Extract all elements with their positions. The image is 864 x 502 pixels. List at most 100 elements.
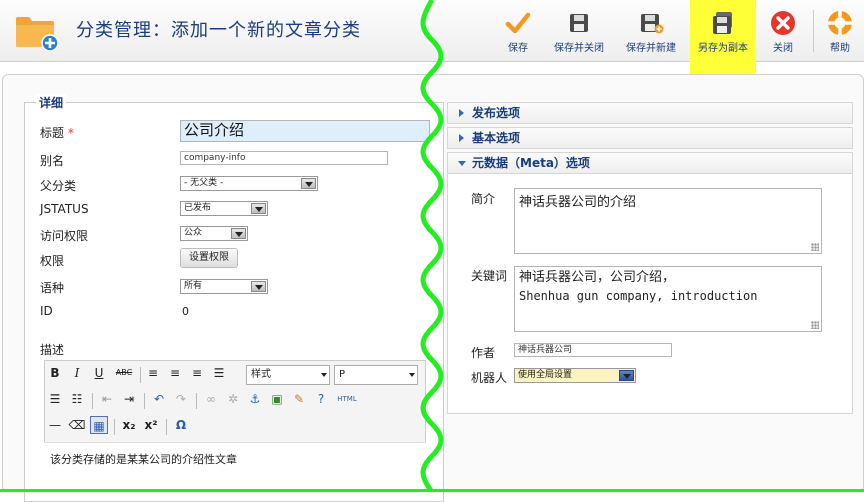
editor-content[interactable]: 该分类存储的是某某公司的介绍性文章 bbox=[44, 442, 426, 492]
save-label: 保存 bbox=[508, 43, 528, 54]
required-mark: * bbox=[67, 126, 74, 140]
chevron-down-icon bbox=[301, 178, 316, 189]
author-label: 作者 bbox=[471, 346, 496, 360]
unlink-icon[interactable]: ✲ bbox=[224, 390, 242, 408]
editor-toolbar-row-3: — ⌫ ▦ x₂ x² Ω bbox=[44, 416, 426, 438]
superscript-icon[interactable]: x² bbox=[142, 416, 160, 434]
wavy-divider-line bbox=[420, 0, 444, 492]
align-center-icon[interactable]: ≡ bbox=[166, 364, 184, 382]
publish-options-panel[interactable]: 发布选项 bbox=[447, 102, 853, 124]
link-icon[interactable]: ∞ bbox=[202, 390, 220, 408]
save-close-button[interactable]: 保存并关闭 bbox=[548, 6, 610, 60]
anchor-icon[interactable]: ⚓ bbox=[246, 390, 264, 408]
language-select[interactable]: 所有 bbox=[180, 279, 268, 294]
align-right-icon[interactable]: ≡ bbox=[188, 364, 206, 382]
bold-icon[interactable]: B bbox=[46, 364, 64, 382]
table-icon[interactable]: ▦ bbox=[90, 416, 108, 434]
collapse-arrow-icon bbox=[458, 161, 466, 166]
author-input[interactable]: 神话兵器公司 bbox=[514, 343, 672, 357]
help-label: 帮助 bbox=[830, 43, 850, 54]
close-label: 关闭 bbox=[773, 43, 793, 54]
alias-label: 别名 bbox=[40, 154, 65, 168]
page-title: 分类管理：添加一个新的文章分类 bbox=[76, 20, 361, 41]
close-icon bbox=[771, 11, 795, 35]
toolbar-divider bbox=[140, 367, 141, 383]
html-icon[interactable]: HTML bbox=[334, 390, 360, 408]
id-value: 0 bbox=[182, 305, 189, 318]
horizontal-rule-icon[interactable]: — bbox=[46, 416, 64, 434]
metadata-options-panel[interactable]: 元数据（Meta）选项 bbox=[447, 152, 853, 174]
parent-label: 父分类 bbox=[40, 179, 77, 193]
save-new-button[interactable]: 保存并新建 bbox=[620, 6, 682, 60]
toolbar-divider bbox=[144, 393, 145, 409]
align-justify-icon[interactable]: ☰ bbox=[210, 364, 228, 382]
details-legend: 详细 bbox=[36, 94, 67, 111]
numbered-list-icon[interactable]: ☷ bbox=[68, 390, 86, 408]
chevron-down-icon bbox=[231, 228, 246, 239]
access-select[interactable]: 公众 bbox=[180, 226, 248, 241]
language-label: 语种 bbox=[40, 281, 65, 295]
set-permissions-button[interactable]: 设置权限 bbox=[180, 248, 238, 268]
indent-icon[interactable]: ⇥ bbox=[120, 390, 138, 408]
save-close-label: 保存并关闭 bbox=[554, 43, 604, 54]
image-icon[interactable]: ▣ bbox=[268, 390, 286, 408]
alias-input[interactable]: company-info bbox=[180, 151, 388, 165]
resize-handle-icon[interactable] bbox=[811, 321, 819, 329]
save-as-copy-button[interactable]: 另存为副本 bbox=[690, 0, 756, 84]
save-copy-icon bbox=[713, 12, 732, 34]
editor-toolbar-row-1: B I U ABC ≡ ≡ ≡ ☰ 样式 P bbox=[44, 364, 426, 386]
style-dropdown[interactable]: 样式 bbox=[246, 365, 330, 385]
parent-select[interactable]: - 无父类 - bbox=[180, 176, 318, 191]
expand-arrow-icon bbox=[459, 109, 464, 117]
cleanup-icon[interactable]: ✎ bbox=[290, 390, 308, 408]
editor-toolbar-row-2: ☰ ☷ ⇤ ⇥ ↶ ↷ ∞ ✲ ⚓ ▣ ✎ ? HTML bbox=[44, 390, 426, 412]
strikethrough-icon[interactable]: ABC bbox=[112, 364, 136, 382]
eraser-icon[interactable]: ⌫ bbox=[68, 416, 86, 434]
chevron-down-icon bbox=[251, 281, 266, 292]
status-select[interactable]: 已发布 bbox=[180, 201, 268, 216]
chevron-down-icon bbox=[251, 203, 266, 214]
undo-icon[interactable]: ↶ bbox=[150, 390, 168, 408]
toolbar-divider bbox=[166, 419, 167, 435]
chevron-down-icon bbox=[321, 373, 327, 377]
status-label: JSTATUS bbox=[40, 202, 89, 216]
expand-arrow-icon bbox=[459, 134, 464, 142]
toolbar-divider bbox=[114, 419, 115, 435]
help-button[interactable]: 帮助 bbox=[820, 6, 860, 60]
outdent-icon[interactable]: ⇤ bbox=[98, 390, 116, 408]
align-left-icon[interactable]: ≡ bbox=[144, 364, 162, 382]
close-button[interactable]: 关闭 bbox=[764, 6, 802, 60]
italic-icon[interactable]: I bbox=[68, 364, 86, 382]
meta-keywords-label: 关键词 bbox=[471, 269, 508, 283]
help-icon[interactable]: ? bbox=[312, 390, 330, 408]
folder-add-icon bbox=[16, 17, 59, 51]
underline-icon[interactable]: U bbox=[90, 364, 108, 382]
redo-icon[interactable]: ↷ bbox=[172, 390, 190, 408]
save-as-copy-label: 另存为副本 bbox=[698, 43, 748, 54]
save-new-icon bbox=[641, 14, 664, 34]
save-new-label: 保存并新建 bbox=[626, 43, 676, 54]
toolbar-divider bbox=[196, 393, 197, 409]
bullet-list-icon[interactable]: ☰ bbox=[46, 390, 64, 408]
chevron-down-icon bbox=[409, 373, 415, 377]
title-label: 标题 * bbox=[40, 126, 74, 140]
description-label: 描述 bbox=[40, 343, 65, 357]
chevron-down-icon bbox=[619, 370, 634, 381]
title-input[interactable]: 公司介绍 bbox=[180, 120, 430, 142]
save-button[interactable]: 保存 bbox=[498, 6, 538, 60]
format-dropdown[interactable]: P bbox=[334, 365, 418, 385]
meta-description-label: 简介 bbox=[471, 192, 496, 206]
meta-description-textarea[interactable]: 神话兵器公司的介绍 bbox=[514, 188, 822, 254]
toolbar-divider bbox=[92, 393, 93, 409]
access-label: 访问权限 bbox=[40, 229, 89, 243]
robots-select[interactable]: 使用全局设置 bbox=[514, 368, 636, 383]
subscript-icon[interactable]: x₂ bbox=[120, 416, 138, 434]
robots-label: 机器人 bbox=[471, 371, 508, 385]
resize-handle-icon[interactable] bbox=[811, 243, 819, 251]
special-char-icon[interactable]: Ω bbox=[172, 416, 190, 434]
permissions-label: 权限 bbox=[40, 254, 65, 268]
toolbar-divider bbox=[813, 10, 814, 52]
basic-options-panel[interactable]: 基本选项 bbox=[447, 127, 853, 149]
check-icon bbox=[505, 12, 531, 34]
meta-keywords-textarea[interactable]: 神话兵器公司，公司介绍， Shenhua gun company, introd… bbox=[514, 266, 822, 332]
